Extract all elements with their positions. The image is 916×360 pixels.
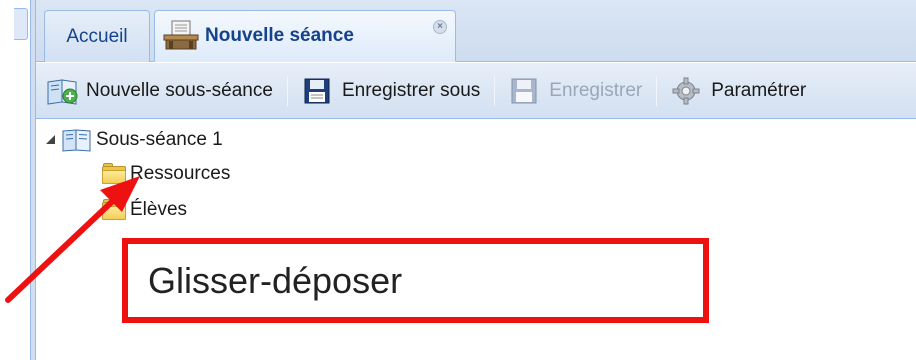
floppy-disabled-icon — [509, 76, 543, 106]
book-icon — [62, 128, 92, 152]
folder-icon — [102, 163, 128, 185]
callout-text: Glisser-déposer — [148, 259, 403, 301]
left-panel-edge[interactable] — [14, 8, 28, 40]
tab-nouvelle-seance-label: Nouvelle séance — [205, 25, 354, 46]
session-icon — [163, 19, 199, 53]
save-label: Enregistrer — [549, 79, 643, 101]
toolbar-separator — [286, 75, 288, 106]
left-panel-collapsed — [0, 0, 30, 360]
tab-accueil-label: Accueil — [66, 25, 128, 47]
folder-icon — [102, 199, 128, 221]
drag-drop-callout: Glisser-déposer — [122, 238, 709, 323]
save-button[interactable]: Enregistrer — [505, 71, 646, 111]
tree-node-label: Élèves — [130, 199, 188, 220]
tree-node-label: Ressources — [130, 163, 231, 184]
save-as-label: Enregistrer sous — [341, 79, 481, 101]
configure-button[interactable]: Paramétrer — [667, 71, 810, 111]
expand-triangle-icon[interactable] — [44, 133, 58, 147]
gear-icon — [671, 76, 705, 106]
floppy-icon — [302, 76, 336, 106]
save-as-button[interactable]: Enregistrer sous — [298, 71, 484, 111]
tree-node-students[interactable]: Élèves — [102, 194, 187, 226]
tree-node-subsession[interactable]: Sous-séance 1 — [44, 124, 223, 156]
new-book-icon — [46, 76, 80, 106]
new-subsession-label: Nouvelle sous-séance — [86, 79, 273, 101]
new-subsession-button[interactable]: Nouvelle sous-séance — [42, 71, 277, 111]
configure-label: Paramétrer — [711, 79, 807, 101]
toolbar-separator — [656, 75, 658, 106]
close-icon[interactable]: × — [433, 20, 447, 34]
toolbar: Nouvelle sous-séance Enregistrer sous En… — [36, 63, 916, 119]
tab-nouvelle-seance[interactable]: Nouvelle séance × — [154, 10, 456, 62]
tree-node-resources[interactable]: Ressources — [102, 158, 230, 190]
toolbar-separator — [494, 75, 496, 106]
tab-accueil[interactable]: Accueil — [44, 10, 150, 62]
tree-node-label: Sous-séance 1 — [96, 129, 223, 150]
tab-strip: Accueil Nouvelle séance × — [36, 0, 916, 62]
